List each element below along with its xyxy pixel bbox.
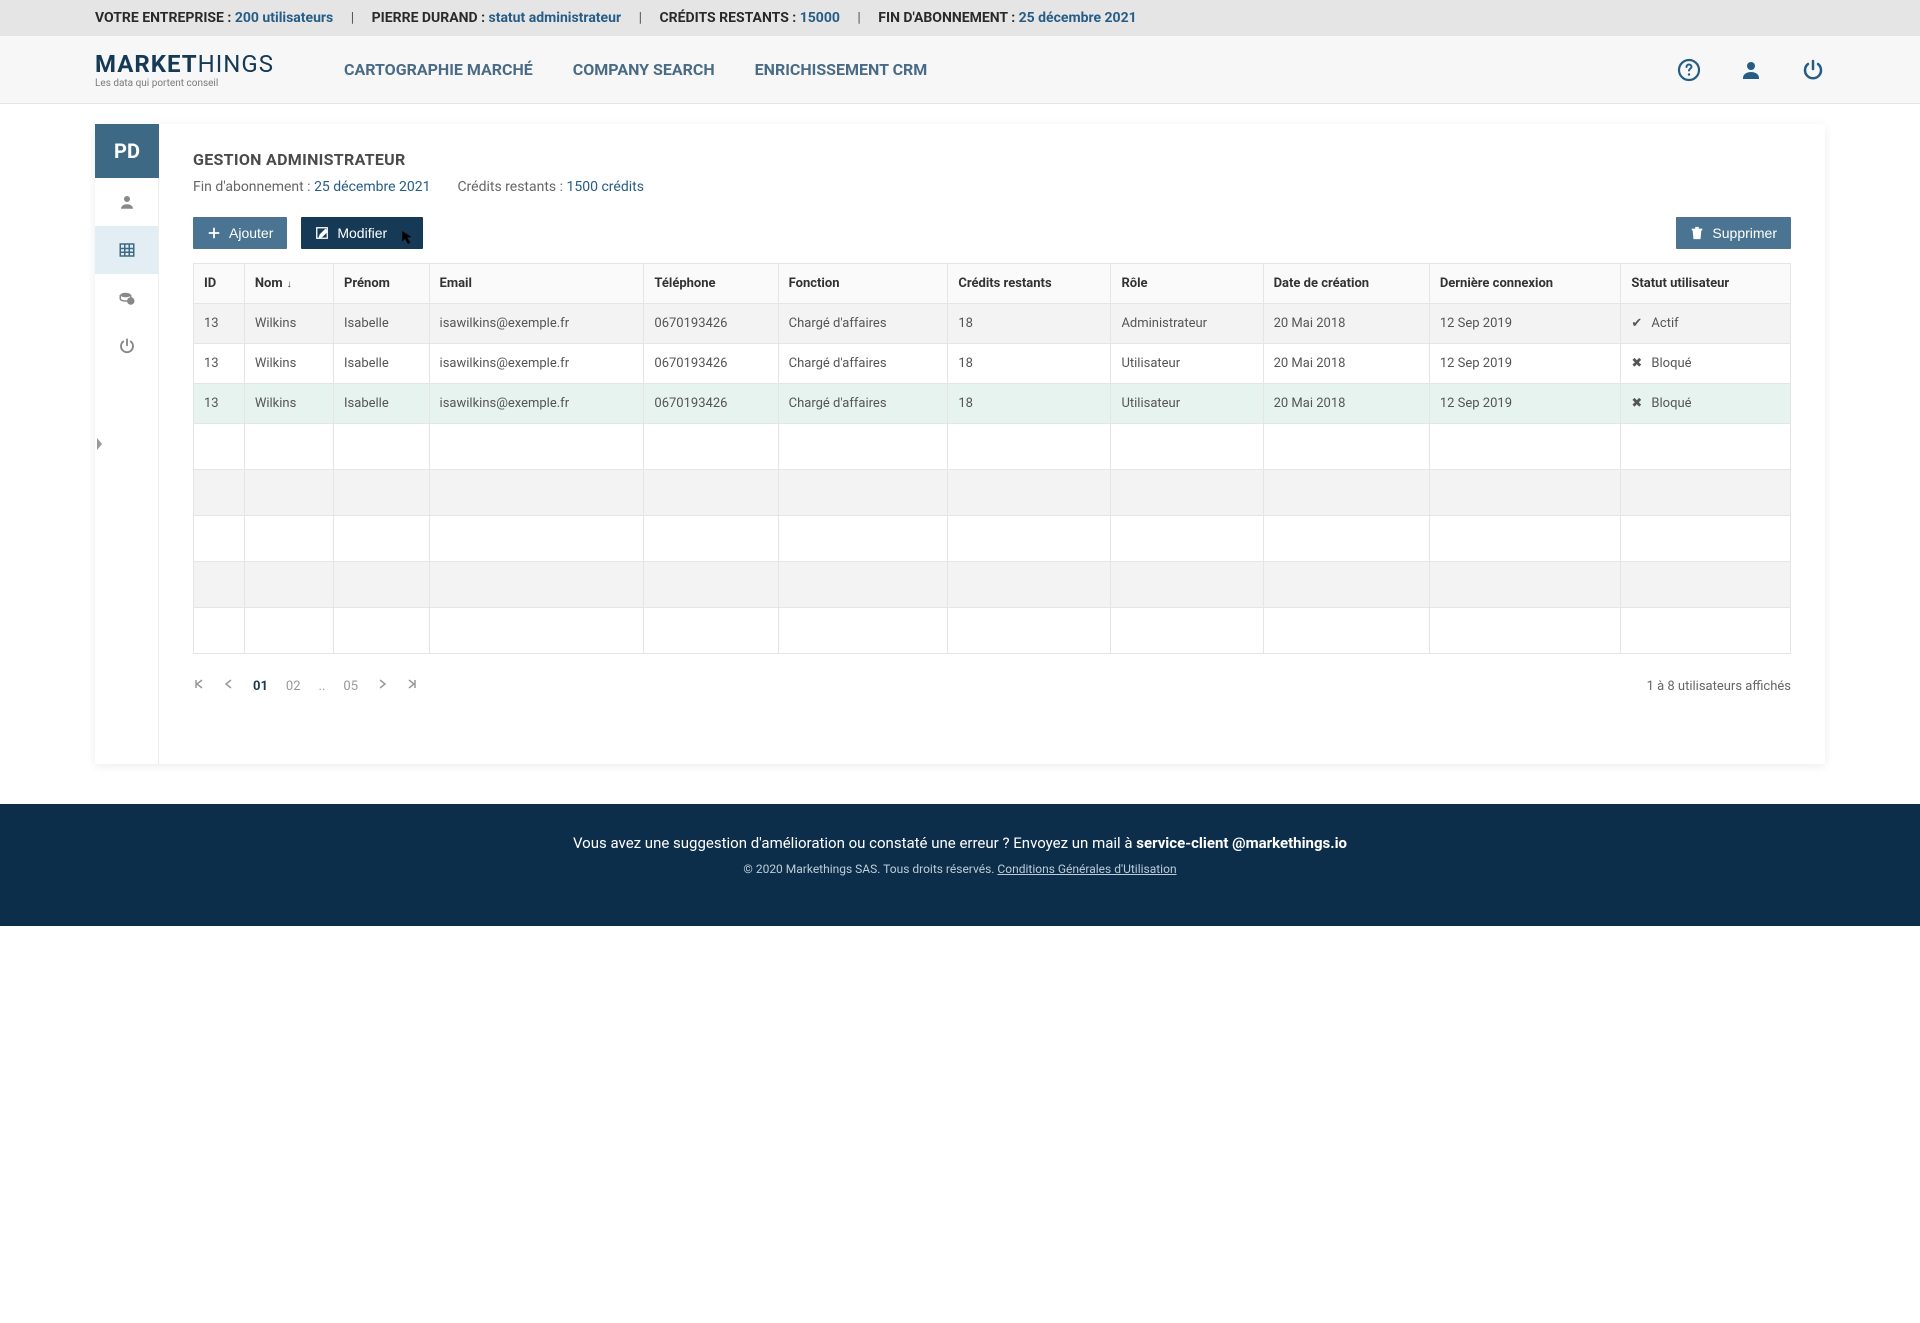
table-header-row: ID Nom↓ Prénom Email Téléphone Fonction … bbox=[194, 264, 1791, 304]
logo[interactable]: MARKETHINGS Les data qui portent conseil bbox=[95, 50, 274, 89]
pager-page-1[interactable]: 01 bbox=[253, 679, 268, 694]
plus-icon bbox=[207, 226, 221, 240]
user-icon[interactable] bbox=[1739, 58, 1763, 82]
end-label: FIN D'ABONNEMENT : bbox=[878, 10, 1015, 26]
user-value: statut administrateur bbox=[489, 10, 622, 26]
th-email[interactable]: Email bbox=[429, 264, 644, 304]
footer: Vous avez une suggestion d'amélioration … bbox=[0, 804, 1920, 926]
footer-suggestion: Vous avez une suggestion d'amélioration … bbox=[20, 834, 1900, 852]
toolbar: Ajouter Modifier Supprimer bbox=[193, 217, 1791, 249]
content-area: GESTION ADMINISTRATEUR Fin d'abonnement … bbox=[159, 124, 1825, 764]
credits-value: 15000 bbox=[800, 10, 840, 26]
pager-last-icon[interactable] bbox=[406, 678, 418, 694]
expand-sidebar-icon[interactable] bbox=[93, 429, 107, 459]
user-label: PIERRE DURAND : bbox=[372, 10, 485, 26]
pager-next-icon[interactable] bbox=[376, 678, 388, 694]
users-table: ID Nom↓ Prénom Email Téléphone Fonction … bbox=[193, 263, 1791, 654]
check-icon: ✔ bbox=[1631, 316, 1643, 331]
sort-down-icon: ↓ bbox=[287, 279, 292, 290]
table-row-empty bbox=[194, 470, 1791, 516]
pager-page-5[interactable]: 05 bbox=[343, 679, 358, 694]
th-telephone[interactable]: Téléphone bbox=[644, 264, 778, 304]
footer-cgu-link[interactable]: Conditions Générales d'Utilisation bbox=[997, 862, 1176, 876]
sidebar-table-icon[interactable] bbox=[95, 226, 158, 274]
th-credits[interactable]: Crédits restants bbox=[948, 264, 1111, 304]
edit-button-label: Modifier bbox=[337, 225, 387, 241]
sidebar-user-icon[interactable] bbox=[95, 178, 158, 226]
logo-bold: MARKET bbox=[95, 50, 198, 78]
th-created[interactable]: Date de création bbox=[1263, 264, 1429, 304]
th-id[interactable]: ID bbox=[194, 264, 245, 304]
edit-icon bbox=[315, 226, 329, 240]
x-icon: ✖ bbox=[1631, 356, 1643, 371]
pager-prev-icon[interactable] bbox=[223, 678, 235, 694]
admin-panel: PD GESTION ADMINISTRATEUR Fin d'abonneme… bbox=[95, 124, 1825, 764]
table-row-empty bbox=[194, 516, 1791, 562]
credits-label: CRÉDITS RESTANTS : bbox=[659, 10, 796, 26]
table-row-empty bbox=[194, 562, 1791, 608]
pager-first-icon[interactable] bbox=[193, 678, 205, 694]
th-prenom[interactable]: Prénom bbox=[334, 264, 430, 304]
x-icon: ✖ bbox=[1631, 396, 1643, 411]
help-icon[interactable] bbox=[1677, 58, 1701, 82]
pager-ellipsis: .. bbox=[319, 679, 326, 694]
table-row[interactable]: 13WilkinsIsabelleisawilkins@exemple.fr06… bbox=[194, 304, 1791, 344]
logo-rest: HINGS bbox=[198, 50, 274, 78]
edit-button[interactable]: Modifier bbox=[301, 217, 423, 249]
sidebar-power-icon[interactable] bbox=[95, 322, 158, 370]
th-nom[interactable]: Nom↓ bbox=[244, 264, 333, 304]
pager-page-2[interactable]: 02 bbox=[286, 679, 301, 694]
add-button[interactable]: Ajouter bbox=[193, 217, 287, 249]
th-last[interactable]: Dernière connexion bbox=[1429, 264, 1621, 304]
end-value: 25 décembre 2021 bbox=[1019, 10, 1137, 26]
footer-copyright: © 2020 Markethings SAS. Tous droits rése… bbox=[20, 862, 1900, 876]
trash-icon bbox=[1690, 226, 1704, 240]
table-row-empty bbox=[194, 424, 1791, 470]
power-icon[interactable] bbox=[1801, 58, 1825, 82]
table-row[interactable]: 13WilkinsIsabelleisawilkins@exemple.fr06… bbox=[194, 344, 1791, 384]
add-button-label: Ajouter bbox=[229, 225, 273, 241]
th-fonction[interactable]: Fonction bbox=[778, 264, 948, 304]
company-value: 200 utilisateurs bbox=[235, 10, 333, 26]
pager-count: 1 à 8 utilisateurs affichés bbox=[1647, 679, 1791, 694]
sidebar-credits-icon[interactable] bbox=[95, 274, 158, 322]
avatar[interactable]: PD bbox=[95, 124, 159, 178]
nav-cartographie[interactable]: CARTOGRAPHIE MARCHÉ bbox=[344, 60, 533, 79]
th-status[interactable]: Statut utilisateur bbox=[1621, 264, 1791, 304]
delete-button[interactable]: Supprimer bbox=[1676, 217, 1791, 249]
top-info-bar: VOTRE ENTREPRISE : 200 utilisateurs | PI… bbox=[0, 0, 1920, 36]
table-row[interactable]: 13WilkinsIsabelleisawilkins@exemple.fr06… bbox=[194, 384, 1791, 424]
page-subtitle: Fin d'abonnement : 25 décembre 2021 Créd… bbox=[193, 179, 1791, 195]
logo-tagline: Les data qui portent conseil bbox=[95, 78, 274, 89]
company-label: VOTRE ENTREPRISE : bbox=[95, 10, 231, 26]
th-role[interactable]: Rôle bbox=[1111, 264, 1263, 304]
table-row-empty bbox=[194, 608, 1791, 654]
header: MARKETHINGS Les data qui portent conseil… bbox=[0, 36, 1920, 104]
pagination: 01 02 .. 05 bbox=[193, 678, 418, 694]
cursor-icon bbox=[401, 230, 415, 244]
nav-company-search[interactable]: COMPANY SEARCH bbox=[573, 60, 715, 79]
page-title: GESTION ADMINISTRATEUR bbox=[193, 150, 1791, 169]
delete-button-label: Supprimer bbox=[1712, 225, 1777, 241]
nav-enrichissement[interactable]: ENRICHISSEMENT CRM bbox=[755, 60, 928, 79]
primary-nav: CARTOGRAPHIE MARCHÉ COMPANY SEARCH ENRIC… bbox=[344, 60, 1677, 79]
